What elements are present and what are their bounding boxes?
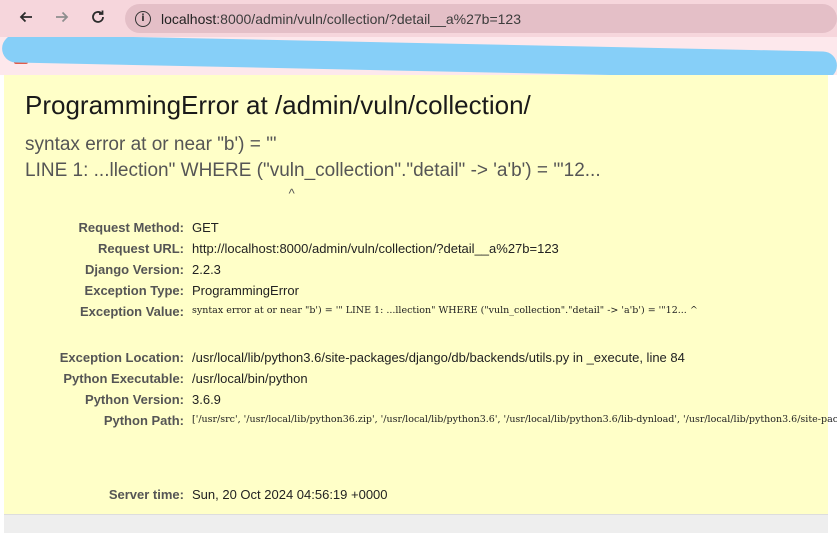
meta-label: Exception Type:: [84, 283, 184, 298]
exception-value-caret: ^: [25, 186, 295, 201]
meta-label: Server time:: [108, 487, 184, 502]
meta-value: ['/usr/src', '/usr/local/lib/python36.zi…: [192, 414, 837, 425]
next-section-strip: [4, 515, 828, 533]
forward-button[interactable]: [49, 6, 75, 32]
exception-value-heading: syntax error at or near "b') = '" LINE 1:…: [25, 132, 601, 204]
meta-value: /usr/local/lib/python3.6/site-packages/d…: [192, 350, 685, 365]
browser-toolbar: i localhost:8000/admin/vuln/collection/?…: [0, 0, 837, 37]
back-arrow-icon: [18, 9, 34, 30]
redaction-mark: [1, 37, 837, 75]
meta-value: 2.2.3: [192, 262, 221, 277]
forward-arrow-icon: [54, 9, 70, 30]
meta-value: 3.6.9: [192, 392, 221, 407]
meta-label: Python Executable:: [63, 371, 184, 386]
address-bar[interactable]: i localhost:8000/admin/vuln/collection/?…: [125, 4, 837, 33]
url-host: localhost: [161, 10, 217, 27]
meta-label: Exception Value:: [79, 304, 184, 319]
meta-value: http://localhost:8000/admin/vuln/collect…: [192, 241, 559, 256]
reload-button[interactable]: [85, 6, 111, 32]
back-button[interactable]: [13, 6, 39, 32]
exception-value-line: syntax error at or near "b') = '": [25, 134, 277, 155]
page-title: ProgrammingError at /admin/vuln/collecti…: [25, 90, 531, 120]
reload-icon: [90, 9, 106, 30]
meta-value: syntax error at or near "b') = '" LINE 1…: [192, 305, 698, 316]
meta-value: Sun, 20 Oct 2024 04:56:19 +0000: [192, 487, 388, 502]
meta-label: Python Version:: [85, 392, 184, 407]
meta-value: /usr/local/bin/python: [192, 371, 308, 386]
meta-label: Django Version:: [85, 262, 184, 277]
meta-label: Request URL:: [98, 241, 184, 256]
exception-value-line: LINE 1: ...llection" WHERE ("vuln_collec…: [25, 160, 601, 181]
meta-label: Request Method:: [78, 220, 184, 235]
error-summary: ProgrammingError at /admin/vuln/collecti…: [4, 75, 837, 515]
info-icon[interactable]: i: [135, 10, 151, 27]
bookmarks-bar: [0, 37, 837, 75]
url-path: :8000/admin/vuln/collection/?detail__a%2…: [216, 10, 521, 27]
meta-value: ProgrammingError: [192, 283, 299, 298]
url-text[interactable]: localhost:8000/admin/vuln/collection/?de…: [161, 11, 521, 27]
meta-label: Python Path:: [103, 413, 184, 428]
meta-value: GET: [192, 220, 219, 235]
meta-label: Exception Location:: [59, 350, 184, 365]
